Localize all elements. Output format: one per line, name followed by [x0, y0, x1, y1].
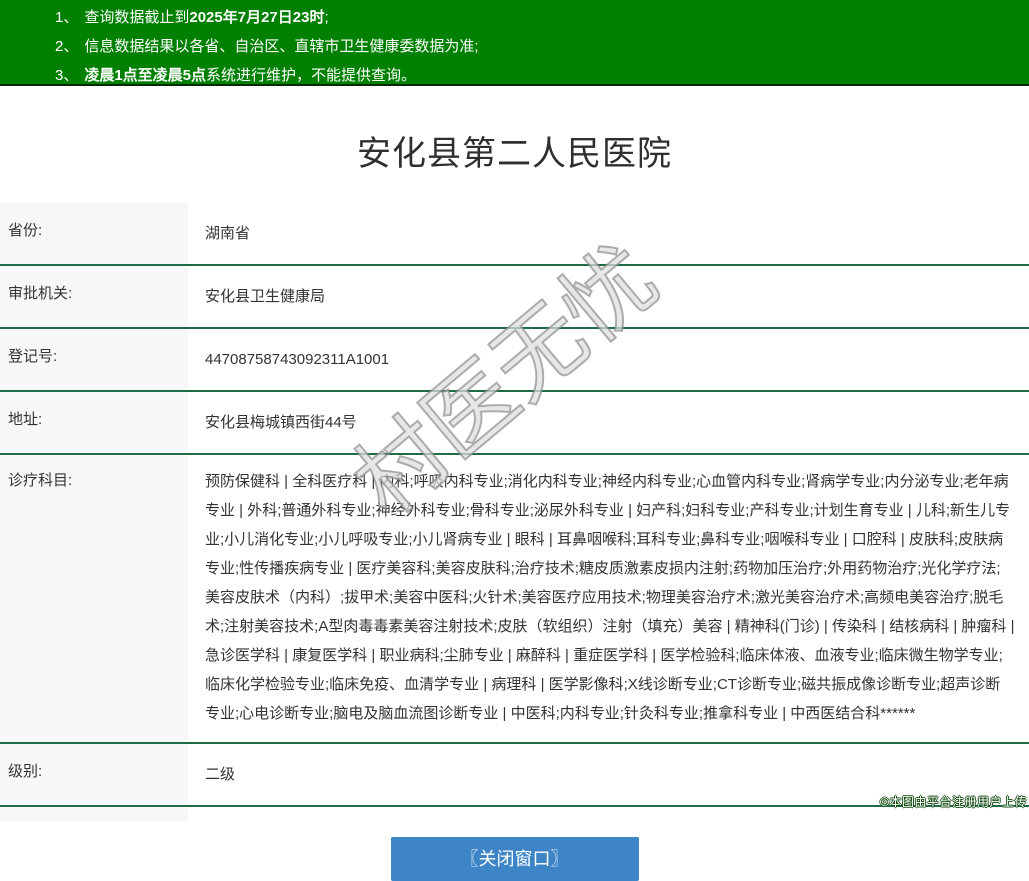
table-row-registration-number: 登记号: 44708758743092311A1001	[0, 329, 1029, 392]
notice-text: 信息数据结果以各省、自治区、直辖市卫生健康委数据为准;	[84, 38, 478, 55]
table-row-province: 省份: 湖南省	[0, 203, 1029, 266]
row-value: 湖南省	[188, 203, 1029, 264]
notice-line-3: 3、凌晨1点至凌晨5点系统进行维护，不能提供查询。	[55, 61, 1019, 86]
notice-banner: 1、查询数据截止到2025年7月27日23时; 2、信息数据结果以各省、自治区、…	[0, 0, 1029, 86]
copyright-watermark: ©本图由平台注册用户上传	[880, 793, 1027, 810]
row-value: 预防保健科 | 全科医疗科 | 内科;呼吸内科专业;消化内科专业;神经内科专业;…	[188, 455, 1029, 742]
table-row-medical-subjects: 诊疗科目: 预防保健科 | 全科医疗科 | 内科;呼吸内科专业;消化内科专业;神…	[0, 455, 1029, 744]
close-window-button[interactable]: 〖关闭窗口〗	[391, 837, 639, 881]
title-section: 安化县第二人民医院	[0, 86, 1029, 203]
notice-number: 2、	[55, 32, 78, 61]
partial-next-row-label-bg	[0, 807, 188, 821]
notice-text: 系统进行维护，不能提供查询。	[206, 67, 416, 84]
notice-text-bold: 2025年7月27日23时	[189, 9, 324, 26]
row-label: 诊疗科目:	[0, 455, 188, 742]
table-row-address: 地址: 安化县梅城镇西街44号	[0, 392, 1029, 455]
table-row-level: 级别: 二级	[0, 744, 1029, 807]
notice-text: ;	[324, 9, 328, 26]
notice-line-1: 1、查询数据截止到2025年7月27日23时;	[55, 3, 1019, 32]
row-label: 地址:	[0, 392, 188, 453]
row-value: 安化县卫生健康局	[188, 266, 1029, 327]
row-label: 级别:	[0, 744, 188, 805]
notice-text-bold: 凌晨1点至凌晨5点	[84, 67, 206, 84]
button-area: 〖关闭窗口〗	[0, 837, 1029, 881]
row-label: 省份:	[0, 203, 188, 264]
page-title: 安化县第二人民医院	[0, 126, 1029, 175]
notice-number: 1、	[55, 3, 78, 32]
notice-number: 3、	[55, 61, 78, 86]
hospital-info-table: 省份: 湖南省 审批机关: 安化县卫生健康局 登记号: 447087587430…	[0, 203, 1029, 821]
notice-line-2: 2、信息数据结果以各省、自治区、直辖市卫生健康委数据为准;	[55, 32, 1019, 61]
row-value: 44708758743092311A1001	[188, 329, 1029, 390]
table-row-approval-authority: 审批机关: 安化县卫生健康局	[0, 266, 1029, 329]
row-value: 安化县梅城镇西街44号	[188, 392, 1029, 453]
row-label: 登记号:	[0, 329, 188, 390]
notice-text: 查询数据截止到	[84, 9, 189, 26]
row-label: 审批机关:	[0, 266, 188, 327]
